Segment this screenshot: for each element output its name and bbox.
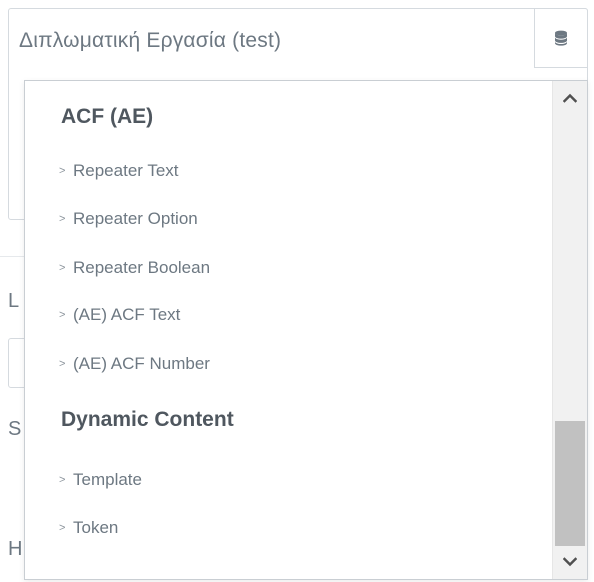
chevron-right-icon: > [59,309,66,321]
chevron-right-icon: > [59,262,66,274]
option-repeater-boolean[interactable]: > Repeater Boolean [59,258,210,278]
option-template[interactable]: > Template [59,470,142,490]
option-repeater-option[interactable]: > Repeater Option [59,209,198,229]
option-ae-acf-number[interactable]: > (AE) ACF Number [59,354,210,374]
dynamic-tag-picker: Διπλωματική Εργασία (test) L S H ACF (AE… [0,0,594,582]
dynamic-tags-button[interactable] [534,8,588,68]
background-label-2: S [8,418,22,440]
chevron-right-icon: > [59,213,66,225]
database-icon [555,30,567,46]
chevron-right-icon: > [59,358,66,370]
option-label: (AE) ACF Number [73,354,210,373]
group-title-acf: ACF (AE) [61,105,154,128]
dynamic-tags-dropdown: ACF (AE) > Repeater Text > Repeater Opti… [24,80,588,580]
option-label: Repeater Boolean [73,258,211,277]
chevron-right-icon: > [59,522,66,534]
chevron-right-icon: > [59,474,66,486]
scrollbar[interactable] [552,81,587,579]
option-ae-acf-text[interactable]: > (AE) ACF Text [59,305,180,325]
chevron-down-icon [563,557,577,567]
option-label: Repeater Option [73,209,198,228]
option-label: Repeater Text [73,161,179,180]
chevron-right-icon: > [59,165,66,177]
option-token[interactable]: > Token [59,518,118,538]
background-label-3: H [8,538,23,560]
background-label-1: L [8,290,20,312]
option-label: (AE) ACF Text [73,305,181,324]
option-repeater-text[interactable]: > Repeater Text [59,161,179,181]
option-label: Template [73,470,142,489]
scroll-down-button[interactable] [553,545,587,579]
field-value: Διπλωματική Εργασία (test) [19,29,282,52]
dropdown-list: ACF (AE) > Repeater Text > Repeater Opti… [25,81,553,579]
scroll-up-button[interactable] [553,81,587,115]
scrollbar-thumb[interactable] [555,421,585,546]
option-label: Token [73,518,119,537]
section-divider [0,256,26,257]
chevron-up-icon [563,93,577,103]
group-title-dynamic-content: Dynamic Content [61,408,234,431]
